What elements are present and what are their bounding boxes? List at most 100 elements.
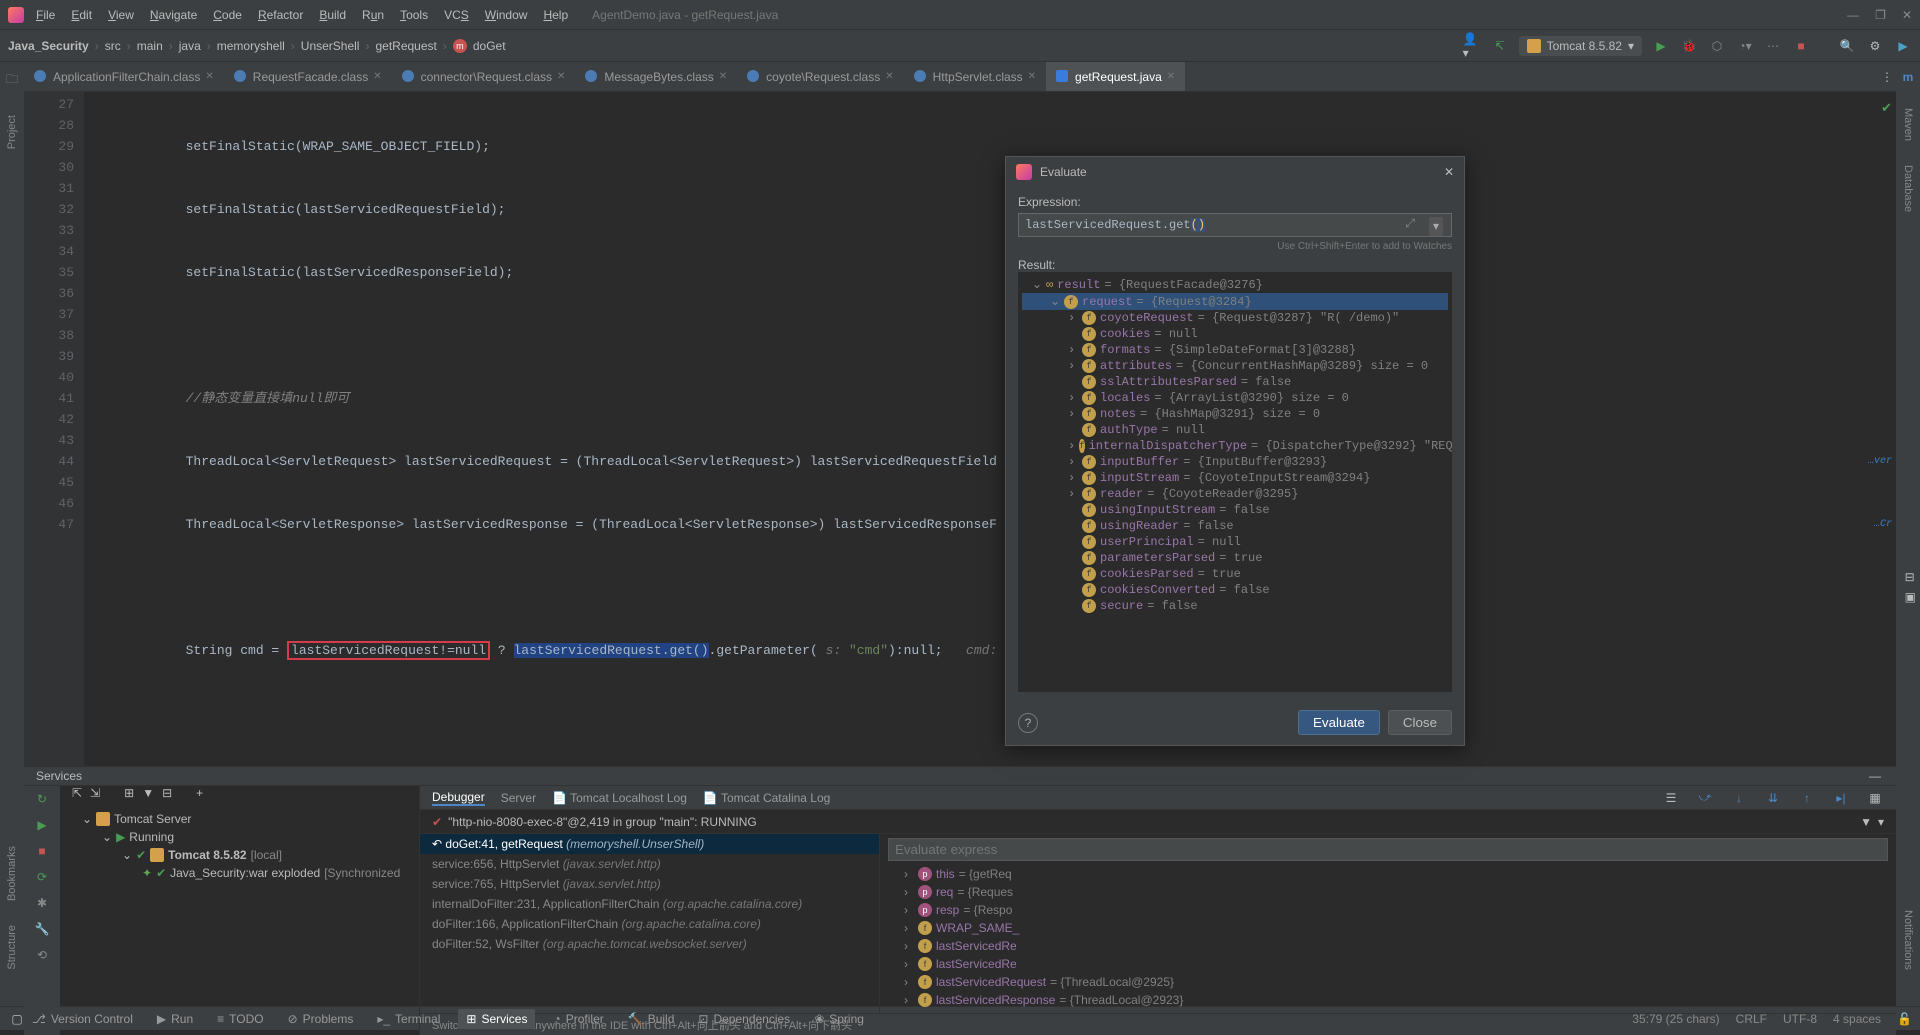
tab-close-icon[interactable]: ✕: [373, 71, 381, 82]
minimize-panel-icon[interactable]: —: [1866, 767, 1884, 785]
collapse-icon[interactable]: ⇲: [90, 786, 100, 810]
services-tab[interactable]: ⊞ Services: [458, 1009, 535, 1029]
help-icon[interactable]: ?: [1018, 713, 1038, 733]
dependencies-tab[interactable]: ⊡ Dependencies: [692, 1012, 796, 1026]
var-row[interactable]: ›p req = {Reques: [888, 883, 1888, 901]
database-tool[interactable]: Database: [1902, 165, 1914, 212]
result-tree-row[interactable]: f secure = false: [1022, 598, 1448, 614]
settings-icon[interactable]: ⚙: [1866, 37, 1884, 55]
maven-icon[interactable]: m: [1903, 70, 1914, 84]
result-tree-row[interactable]: ›f locales = {ArrayList@3290} size = 0: [1022, 390, 1448, 406]
tab-active[interactable]: getRequest.java✕: [1046, 62, 1185, 91]
resume-icon[interactable]: ▶: [33, 816, 51, 834]
build-tab[interactable]: 🔨 Build: [622, 1012, 681, 1026]
coverage-button[interactable]: ⬡: [1708, 37, 1726, 55]
tab[interactable]: ApplicationFilterChain.class✕: [24, 62, 224, 91]
localhost-log-tab[interactable]: 📄 Tomcat Localhost Log: [552, 791, 687, 805]
layout-icon[interactable]: ☰: [1662, 789, 1680, 807]
var-row[interactable]: ›f lastServicedResponse = {ThreadLocal@2…: [888, 991, 1888, 1009]
tree-running[interactable]: ⌄ ▶ Running: [64, 828, 415, 846]
tab-close-icon[interactable]: ✕: [557, 71, 565, 82]
deploy-icon[interactable]: ⟳: [33, 868, 51, 886]
attach-button[interactable]: ⋯: [1764, 37, 1782, 55]
line-separator[interactable]: CRLF: [1736, 1012, 1767, 1026]
frame-row[interactable]: doFilter:166, ApplicationFilterChain (or…: [420, 914, 879, 934]
result-tree-row[interactable]: ›f formats = {SimpleDateFormat[3]@3288}: [1022, 342, 1448, 358]
frame-row[interactable]: internalDoFilter:231, ApplicationFilterC…: [420, 894, 879, 914]
tab[interactable]: RequestFacade.class✕: [224, 62, 392, 91]
debug-button[interactable]: 🐞: [1680, 37, 1698, 55]
menu-edit[interactable]: Edit: [71, 8, 92, 22]
grid-icon[interactable]: ⊞: [124, 786, 134, 810]
stop-icon[interactable]: ■: [33, 842, 51, 860]
ai-icon[interactable]: ▶: [1894, 37, 1912, 55]
var-row[interactable]: ›f lastServicedRe: [888, 955, 1888, 973]
build-icon[interactable]: ↸: [1491, 37, 1509, 55]
cursor-position[interactable]: 35:79 (25 chars): [1632, 1012, 1719, 1026]
tool-windows-icon[interactable]: ▢: [8, 1010, 26, 1028]
var-row[interactable]: ›f lastServicedRequest = {ThreadLocal@29…: [888, 973, 1888, 991]
frame-row[interactable]: service:765, HttpServlet (javax.servlet.…: [420, 874, 879, 894]
indent[interactable]: 4 spaces: [1833, 1012, 1881, 1026]
evaluate-icon[interactable]: ▦: [1866, 789, 1884, 807]
tab[interactable]: HttpServlet.class✕: [904, 62, 1046, 91]
search-icon[interactable]: 🔍: [1838, 37, 1856, 55]
menu-code[interactable]: Code: [213, 8, 242, 22]
breadcrumb-item[interactable]: memoryshell: [217, 39, 285, 53]
spring-tab[interactable]: ❀ Spring: [808, 1012, 870, 1026]
tab[interactable]: connector\Request.class✕: [392, 62, 576, 91]
notifications-tool[interactable]: Notifications: [1902, 910, 1914, 970]
result-tree-row[interactable]: f cookiesParsed = true: [1022, 566, 1448, 582]
tree-artifact[interactable]: ✦✔ Java_Security:war exploded [Synchroni…: [64, 864, 415, 882]
tabs-overflow-icon[interactable]: ⋮: [1878, 68, 1896, 86]
minimize-icon[interactable]: —: [1847, 8, 1859, 22]
panel-settings-icon[interactable]: ⊟: [1905, 570, 1916, 584]
structure-tool[interactable]: Structure: [6, 925, 18, 970]
close-icon[interactable]: ✕: [1902, 8, 1912, 22]
result-tree-row[interactable]: f cookies = null: [1022, 326, 1448, 342]
expression-input[interactable]: lastServicedRequest.get() ⤢ ▾: [1018, 213, 1452, 237]
add-icon[interactable]: +: [196, 786, 203, 810]
refresh-icon[interactable]: ⟲: [33, 946, 51, 964]
version-control-tab[interactable]: ⎇ Version Control: [26, 1012, 139, 1026]
encoding[interactable]: UTF-8: [1783, 1012, 1817, 1026]
menu-refactor[interactable]: Refactor: [258, 8, 303, 22]
breadcrumb-item[interactable]: UnserShell: [301, 39, 360, 53]
maven-tool[interactable]: Maven: [1902, 108, 1914, 141]
debugger-tab[interactable]: Debugger: [432, 790, 485, 806]
breadcrumb-project[interactable]: Java_Security: [8, 39, 89, 53]
profile-button[interactable]: ◔▾: [1736, 37, 1754, 55]
menu-run[interactable]: Run: [362, 8, 384, 22]
result-tree-row[interactable]: ›f inputBuffer = {InputBuffer@3293}: [1022, 454, 1448, 470]
result-tree-row[interactable]: ›f notes = {HashMap@3291} size = 0: [1022, 406, 1448, 422]
thread-label[interactable]: "http-nio-8080-exec-8"@2,419 in group "m…: [448, 815, 757, 829]
run-tab[interactable]: ▶ Run: [151, 1012, 199, 1026]
frame-row[interactable]: service:656, HttpServlet (javax.servlet.…: [420, 854, 879, 874]
stop-button[interactable]: ■: [1792, 37, 1810, 55]
result-tree-row[interactable]: f cookiesConverted = false: [1022, 582, 1448, 598]
breadcrumb-item[interactable]: java: [179, 39, 201, 53]
breadcrumb-item[interactable]: getRequest: [375, 39, 436, 53]
var-row[interactable]: ›f lastServicedRe: [888, 937, 1888, 955]
result-tree-row[interactable]: f authType = null: [1022, 422, 1448, 438]
result-tree-row[interactable]: f parametersParsed = true: [1022, 550, 1448, 566]
result-tree-row[interactable]: ›f reader = {CoyoteReader@3295}: [1022, 486, 1448, 502]
tab-close-icon[interactable]: ✕: [719, 71, 727, 82]
evaluate-input[interactable]: [888, 838, 1888, 861]
menu-navigate[interactable]: Navigate: [150, 8, 197, 22]
breadcrumb-item[interactable]: src: [105, 39, 121, 53]
profiler-tab[interactable]: ◔ Profiler: [547, 1012, 609, 1026]
code-area[interactable]: setFinalStatic(WRAP_SAME_OBJECT_FIELD); …: [84, 92, 1896, 766]
menu-tools[interactable]: Tools: [400, 8, 428, 22]
history-dropdown-icon[interactable]: ▾: [1429, 217, 1443, 236]
evaluate-button[interactable]: Evaluate: [1298, 710, 1380, 735]
menu-help[interactable]: Help: [543, 8, 568, 22]
folder-icon[interactable]: 🗀: [6, 70, 18, 91]
filter-icon[interactable]: ▼: [142, 786, 154, 810]
tab[interactable]: coyote\Request.class✕: [737, 62, 903, 91]
result-tree-row[interactable]: ›f internalDispatcherType = {DispatcherT…: [1022, 438, 1448, 454]
wrench-icon[interactable]: 🔧: [33, 920, 51, 938]
filter-threads-icon[interactable]: ▼: [1860, 815, 1872, 829]
inspections-ok-icon[interactable]: ✔: [1881, 98, 1892, 119]
tab-close-icon[interactable]: ✕: [885, 71, 893, 82]
